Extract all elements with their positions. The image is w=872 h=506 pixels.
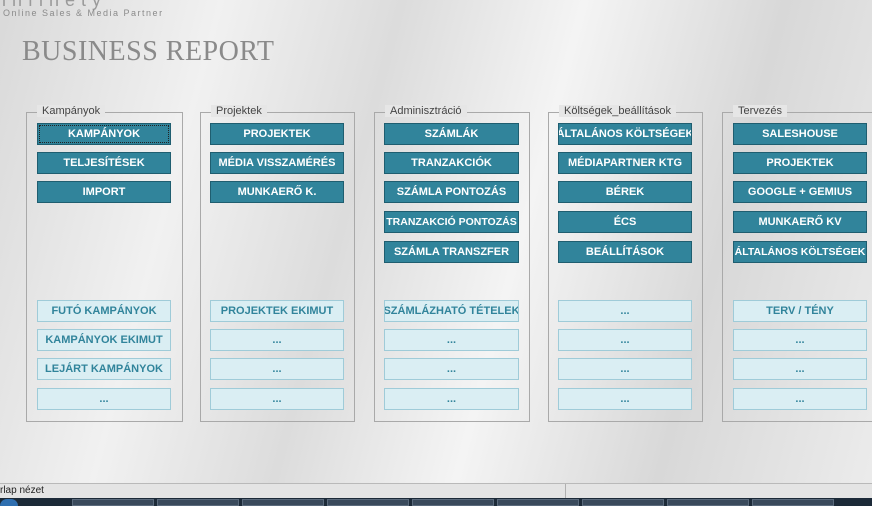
taskbar-button[interactable]	[72, 499, 154, 506]
group-label: Kampányok	[37, 105, 106, 117]
taskbar	[0, 498, 872, 506]
taskbar-button[interactable]	[157, 499, 239, 506]
group-projektek: Projektek PROJEKTEK MÉDIA VISSZAMÉRÉS MU…	[200, 105, 355, 422]
taskbar-button[interactable]	[327, 499, 409, 506]
placeholder-button[interactable]: ...	[384, 329, 519, 351]
placeholder-button[interactable]: ...	[558, 329, 692, 351]
status-bar: rlap nézet	[0, 483, 872, 498]
altalanos-koltsegek-button[interactable]: ÁLTALÁNOS KÖLTSÉGEK	[558, 123, 692, 145]
placeholder-button[interactable]: ...	[733, 388, 867, 410]
projektek-button[interactable]: PROJEKTEK	[210, 123, 344, 145]
placeholder-button[interactable]: ...	[558, 388, 692, 410]
terv-teny-button[interactable]: TERV / TÉNY	[733, 300, 867, 322]
berek-button[interactable]: BÉREK	[558, 181, 692, 203]
group-adminisztracio: Adminisztráció SZÁMLÁK TRANZAKCIÓK SZÁML…	[374, 105, 530, 422]
group-koltsegek-beallitasok: Költségek_beállítások ÁLTALÁNOS KÖLTSÉGE…	[548, 105, 703, 422]
placeholder-button[interactable]: ...	[558, 300, 692, 322]
status-divider	[565, 484, 566, 498]
placeholder-button[interactable]: ...	[210, 388, 344, 410]
szamla-transzfer-button[interactable]: SZÁMLA TRANSZFER	[384, 241, 519, 263]
saleshouse-button[interactable]: SALESHOUSE	[733, 123, 867, 145]
placeholder-button[interactable]: ...	[210, 329, 344, 351]
taskbar-button[interactable]	[752, 499, 834, 506]
logo-tagline: Online Sales & Media Partner	[3, 8, 164, 18]
taskbar-button[interactable]	[412, 499, 494, 506]
kampanyok-ekimut-button[interactable]: KAMPÁNYOK EKIMUT	[37, 329, 171, 351]
taskbar-button[interactable]	[582, 499, 664, 506]
group-label: Tervezés	[733, 105, 788, 117]
placeholder-button[interactable]: ...	[384, 358, 519, 380]
munkaero-kv-button[interactable]: MUNKAERŐ KV	[733, 211, 867, 233]
status-text: rlap nézet	[0, 485, 44, 496]
google-gemius-button[interactable]: GOOGLE + GEMIUS	[733, 181, 867, 203]
munkaero-k-button[interactable]: MUNKAERŐ K.	[210, 181, 344, 203]
projektek-ekimut-button[interactable]: PROJEKTEK EKIMUT	[210, 300, 344, 322]
placeholder-button[interactable]: ...	[210, 358, 344, 380]
group-label: Adminisztráció	[385, 105, 467, 117]
kampanyok-button[interactable]: KAMPÁNYOK	[37, 123, 171, 145]
media-visszameres-button[interactable]: MÉDIA VISSZAMÉRÉS	[210, 152, 344, 174]
futo-kampanyok-button[interactable]: FUTÓ KAMPÁNYOK	[37, 300, 171, 322]
ecs-button[interactable]: ÉCS	[558, 211, 692, 233]
placeholder-button[interactable]: ...	[733, 358, 867, 380]
page-title: BUSINESS REPORT	[22, 36, 275, 67]
szamlak-button[interactable]: SZÁMLÁK	[384, 123, 519, 145]
placeholder-button[interactable]: ...	[37, 388, 171, 410]
group-tervezes: Tervezés SALESHOUSE PROJEKTEK GOOGLE + G…	[722, 105, 872, 422]
szamlazhato-tetelek-button[interactable]: SZÁMLÁZHATÓ TÉTELEK	[384, 300, 519, 322]
altalanos-koltsegek-terv-button[interactable]: ÁLTALÁNOS KÖLTSÉGEK	[733, 241, 867, 263]
teljesitesek-button[interactable]: TELJESÍTÉSEK	[37, 152, 171, 174]
beallitasok-button[interactable]: BEÁLLÍTÁSOK	[558, 241, 692, 263]
mediapartner-ktg-button[interactable]: MÉDIAPARTNER KTG	[558, 152, 692, 174]
lejart-kampanyok-button[interactable]: LEJÁRT KAMPÁNYOK	[37, 358, 171, 380]
group-label: Projektek	[211, 105, 267, 117]
import-button[interactable]: IMPORT	[37, 181, 171, 203]
taskbar-button[interactable]	[667, 499, 749, 506]
taskbar-button[interactable]	[242, 499, 324, 506]
group-label: Költségek_beállítások	[559, 105, 677, 117]
tranzakcio-pontozas-button[interactable]: TRANZAKCIÓ PONTOZÁS	[384, 211, 519, 233]
tranzakciok-button[interactable]: TRANZAKCIÓK	[384, 152, 519, 174]
placeholder-button[interactable]: ...	[384, 388, 519, 410]
start-button[interactable]	[0, 499, 18, 506]
taskbar-button[interactable]	[497, 499, 579, 506]
placeholder-button[interactable]: ...	[733, 329, 867, 351]
projektek-terv-button[interactable]: PROJEKTEK	[733, 152, 867, 174]
szamla-pontozas-button[interactable]: SZÁMLA PONTOZÁS	[384, 181, 519, 203]
group-kampanyok: Kampányok KAMPÁNYOK TELJESÍTÉSEK IMPORT …	[26, 105, 183, 422]
placeholder-button[interactable]: ...	[558, 358, 692, 380]
